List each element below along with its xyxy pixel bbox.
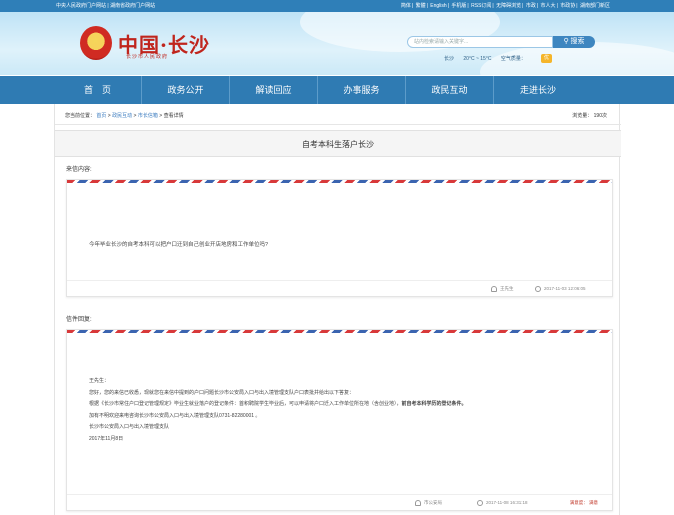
reply-body: 王先生： 您好，您的来信已收悉，现就您在来信中提到的户口问题长沙市公安局入口与出… — [89, 376, 467, 446]
top-link-cppcc[interactable]: 市政协 — [560, 3, 575, 9]
question-footer: 王先生 2017-11-03 12:06:05 — [67, 280, 612, 296]
question-author-name: 王先生 — [500, 286, 514, 291]
site-header: 中国·长沙 长沙市人民政府 站内检索请输入关键字... ⚲ 搜索 长沙 20°C… — [0, 12, 674, 75]
search-button-label: 搜索 — [570, 38, 585, 45]
satisfaction-rating: 满意度： 满意 — [570, 495, 598, 511]
weather-temperature: 20°C ~ 15°C — [463, 56, 492, 62]
top-link-mobile[interactable]: 手机版 — [451, 3, 466, 9]
reply-date-line: 2017年11月8日 — [89, 435, 124, 442]
question-date: 2017-11-03 12:06:05 — [535, 281, 585, 297]
clock-icon — [535, 285, 541, 292]
search-button[interactable]: ⚲ 搜索 — [553, 36, 595, 48]
divider — [55, 124, 621, 125]
reply-author: 市公安局 — [415, 495, 442, 511]
nav-item-gov-affairs[interactable]: 政务公开 — [142, 76, 230, 104]
breadcrumb-current: 查看详情 — [163, 113, 184, 119]
user-icon — [415, 499, 421, 506]
breadcrumb: 您当前位置： 首页 > 政民互动 > 市长信箱 > 查看详情 — [65, 113, 184, 119]
question-date-text: 2017-11-03 12:06:05 — [544, 286, 586, 291]
search-input[interactable]: 站内检索请输入关键字... — [407, 36, 553, 48]
search-icon: ⚲ — [563, 38, 569, 45]
weather-city: 长沙 — [444, 56, 455, 62]
breadcrumb-home[interactable]: 首页 — [96, 113, 106, 119]
reply-emphasis: 前自考本科学历的登记条件。 — [401, 401, 467, 408]
airmail-border — [67, 180, 612, 183]
reply-paragraph-3: 加有不明欢迎来电咨询长沙市公安局入口与出入境管理支队0731-82280001 … — [89, 412, 261, 419]
view-count: 浏览量： 190次 — [572, 113, 607, 119]
top-links-bar: 中央人民政府门户网站 | 湖南省政府门户网站 简体| 繁體| English| … — [0, 0, 674, 12]
satisfaction-value: 满意 — [589, 500, 598, 505]
page-title: 自考本科生落户长沙 — [55, 130, 621, 157]
top-link-simplified[interactable]: 简体 — [401, 3, 411, 9]
top-link-accessibility[interactable]: 无障碍浏览 — [496, 3, 521, 9]
air-quality-badge: 优 — [541, 54, 552, 63]
reply-greeting: 王先生： — [89, 378, 110, 384]
nav-item-home[interactable]: 首 页 — [54, 76, 142, 104]
site-logo-subtitle: 长沙市人民政府 — [126, 54, 169, 60]
reply-paragraph-2-text: 根据《长沙市常住户口登记管理规定》毕业生就业落户的登记条件：首积聘院学生毕业后，… — [89, 401, 402, 408]
top-link-npc[interactable]: 市人大 — [541, 3, 556, 9]
breadcrumb-mayor-mailbox[interactable]: 市长信箱 — [138, 113, 158, 119]
reply-date: 2017-11-08 16:31:18 — [477, 495, 527, 511]
reply-footer: 市公安局 2017-11-08 16:31:18 满意度： 满意 — [67, 494, 612, 510]
question-text: 今年毕业长沙的自考本科可以把户口迁到自己创业开店地房和工作单位吗? — [89, 242, 269, 248]
question-letter: 今年毕业长沙的自考本科可以把户口迁到自己创业开店地房和工作单位吗? 王先生 20… — [66, 179, 613, 297]
reply-paragraph-1: 您好，您的来信已收悉，现就您在来信中提到的户口问题长沙市公安局入口与出入境管理支… — [89, 389, 355, 396]
question-author: 王先生 — [491, 281, 514, 297]
question-section-label: 来信内容: — [66, 167, 92, 173]
reply-paragraph-2: 根据《长沙市常住户口登记管理规定》毕业生就业落户的登记条件：首积聘院学生毕业后，… — [89, 399, 467, 411]
top-link-traditional[interactable]: 繁體 — [416, 3, 426, 9]
top-left-links[interactable]: 中央人民政府门户网站 | 湖南省政府门户网站 — [56, 0, 155, 12]
satisfaction-label: 满意度： — [569, 500, 588, 505]
main-content: 您当前位置： 首页 > 政民互动 > 市长信箱 > 查看详情 浏览量： 190次… — [54, 104, 621, 515]
top-link-english[interactable]: English — [430, 3, 446, 9]
top-right-links: 简体| 繁體| English| 手机版| RSS订阅| 无障碍浏览| 市政| … — [400, 3, 610, 9]
reply-signature: 长沙市公安局入口与出入境管理支队 — [89, 424, 170, 431]
nav-item-interpretation[interactable]: 解读回应 — [230, 76, 318, 104]
reply-author-name: 市公安局 — [424, 500, 442, 505]
breadcrumb-prefix: 您当前位置： — [65, 113, 96, 119]
weather-info: 长沙 20°C ~ 15°C 空气质量： — [444, 55, 534, 62]
main-nav: 首 页 政务公开 解读回应 办事服务 政民互动 走进长沙 — [0, 76, 674, 104]
top-link-city-gov[interactable]: 市政 — [526, 3, 536, 9]
weather-air-quality-label: 空气质量： — [500, 56, 526, 62]
reply-section-label: 信件回复: — [66, 317, 92, 323]
top-link-hunan-dept[interactable]: 湖南部门新区 — [580, 3, 610, 9]
nav-item-about-changsha[interactable]: 走进长沙 — [494, 76, 582, 104]
breadcrumb-interaction[interactable]: 政民互动 — [112, 113, 132, 119]
top-link-rss[interactable]: RSS订阅 — [471, 3, 491, 9]
airmail-border — [67, 330, 612, 333]
clock-icon — [477, 499, 483, 506]
reply-letter: 王先生： 您好，您的来信已收悉，现就您在来信中提到的户口问题长沙市公安局入口与出… — [66, 329, 613, 511]
national-emblem-icon — [80, 26, 112, 60]
user-icon — [491, 285, 497, 292]
nav-item-interaction[interactable]: 政民互动 — [406, 76, 494, 104]
reply-date-text: 2017-11-08 16:31:18 — [486, 500, 528, 505]
nav-item-services[interactable]: 办事服务 — [318, 76, 406, 104]
